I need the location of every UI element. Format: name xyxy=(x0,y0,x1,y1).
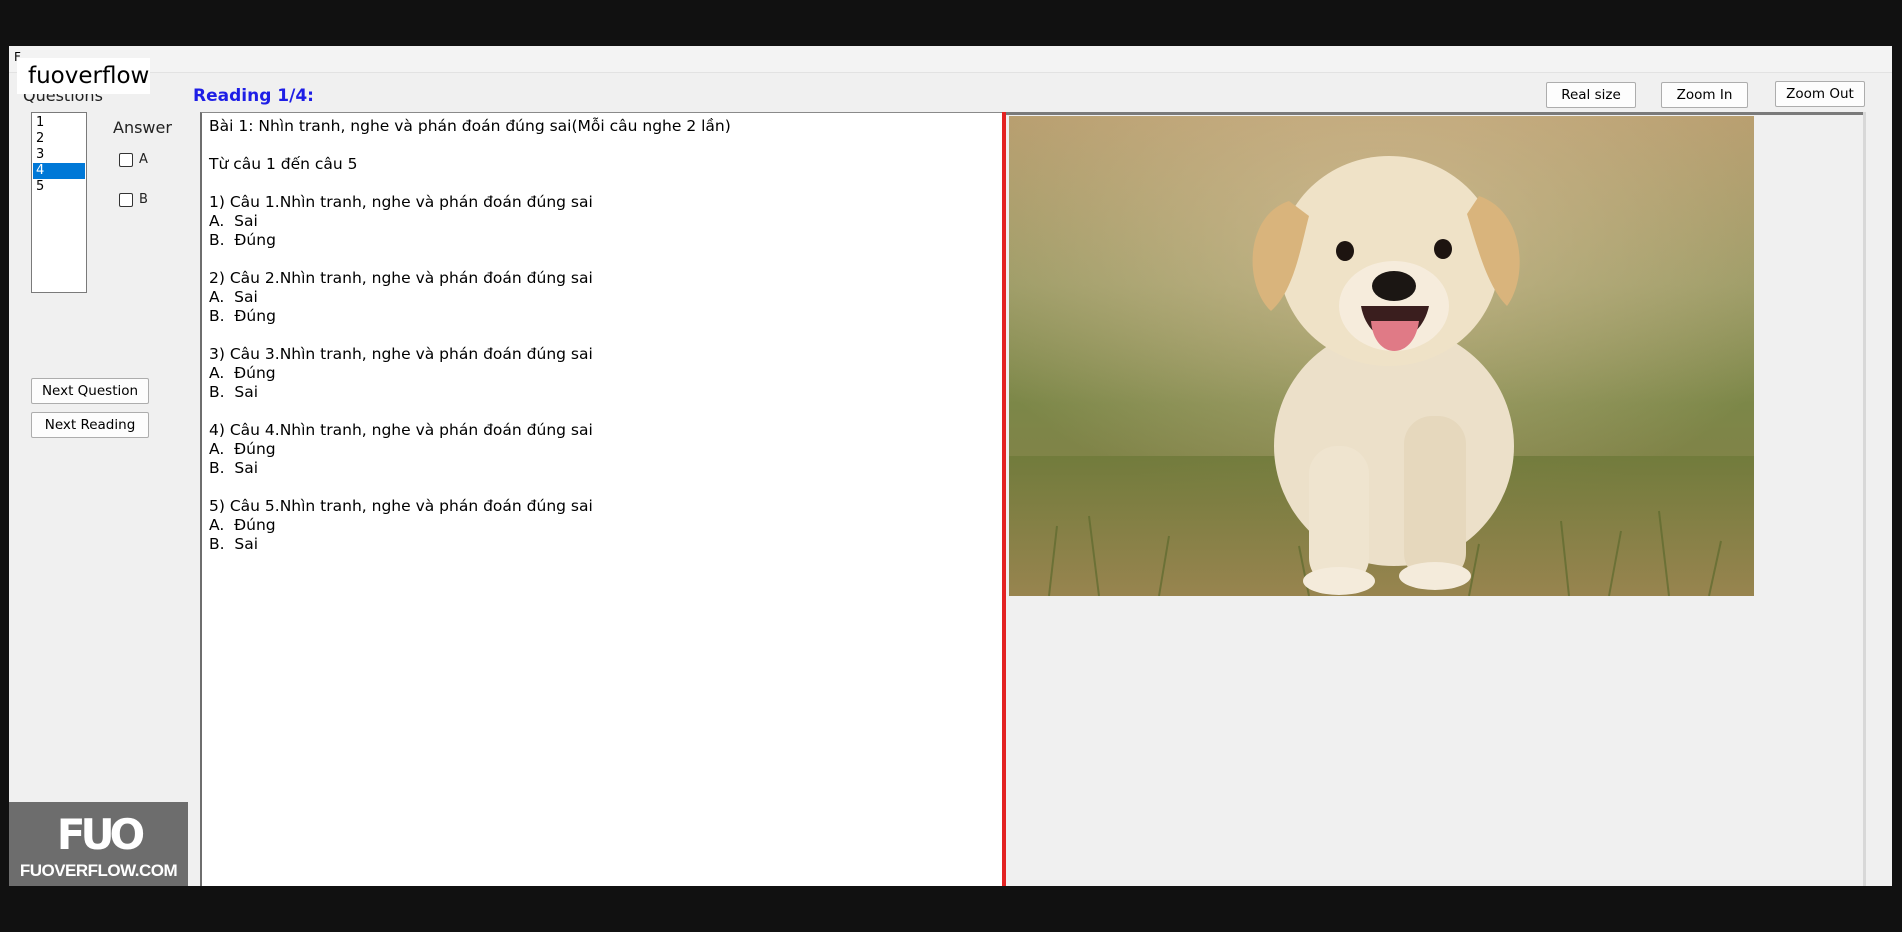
question-item[interactable]: 1 xyxy=(33,115,85,131)
watermark-badge: fuoverflow xyxy=(17,58,150,94)
reading-line: 2) Câu 2.Nhìn tranh, nghe và phán đoán đ… xyxy=(209,269,593,287)
questions-listbox[interactable]: 12345 xyxy=(31,112,87,293)
logo-site-text: FUOVERFLOW.COM xyxy=(19,861,178,880)
reading-line xyxy=(209,174,1005,193)
answer-option-a[interactable]: A xyxy=(119,152,148,167)
reading-text-panel[interactable]: Bài 1: Nhìn tranh, nghe và phán đoán đún… xyxy=(200,112,1005,886)
question-item[interactable]: 5 xyxy=(33,179,85,195)
reading-line: 1) Câu 1.Nhìn tranh, nghe và phán đoán đ… xyxy=(209,193,593,211)
reading-line: B. Đúng xyxy=(209,307,276,325)
reading-title: Reading 1/4: xyxy=(193,86,314,106)
answer-option-b[interactable]: B xyxy=(119,192,148,207)
reading-line: Từ câu 1 đến câu 5 xyxy=(209,155,358,173)
zoom-out-button[interactable]: Zoom Out xyxy=(1775,81,1865,107)
reading-line: A. Sai xyxy=(209,288,258,306)
next-question-button[interactable]: Next Question xyxy=(31,378,149,404)
next-reading-button[interactable]: Next Reading xyxy=(31,412,149,438)
logo-mark: FUO xyxy=(56,810,146,859)
question-item[interactable]: 2 xyxy=(33,131,85,147)
reading-line xyxy=(209,402,1005,421)
question-item[interactable]: 4 xyxy=(33,163,85,179)
reading-line: A. Đúng xyxy=(209,364,276,382)
reading-line: B. Sai xyxy=(209,535,259,553)
answer-option-a-label: A xyxy=(139,152,148,167)
reading-line: 5) Câu 5.Nhìn tranh, nghe và phán đoán đ… xyxy=(209,497,593,515)
real-size-button[interactable]: Real size xyxy=(1546,82,1636,108)
reading-line xyxy=(209,136,1005,155)
reading-line xyxy=(209,478,1005,497)
reading-line xyxy=(209,250,1005,269)
reading-line: B. Đúng xyxy=(209,231,276,249)
image-panel-scroll-edge xyxy=(1863,112,1866,886)
panel-splitter[interactable] xyxy=(1002,112,1006,886)
puppy-photo xyxy=(1009,116,1754,596)
reading-line: B. Sai xyxy=(209,383,259,401)
reading-line xyxy=(209,326,1005,345)
question-item[interactable]: 3 xyxy=(33,147,85,163)
exam-window: F Questions Reading 1/4: 12345 Answer A … xyxy=(9,46,1892,886)
zoom-in-button[interactable]: Zoom In xyxy=(1661,82,1748,108)
window-top-strip: F xyxy=(9,46,1892,73)
checkbox-b[interactable] xyxy=(119,192,133,207)
answer-label: Answer xyxy=(113,118,172,137)
reading-line: B. Sai xyxy=(209,459,259,477)
answer-option-b-label: B xyxy=(139,192,148,207)
reading-line: 4) Câu 4.Nhìn tranh, nghe và phán đoán đ… xyxy=(209,421,593,439)
fuoverflow-logo: FUO FUOVERFLOW.COM xyxy=(9,802,188,886)
reading-line: A. Đúng xyxy=(209,440,276,458)
reading-line: Bài 1: Nhìn tranh, nghe và phán đoán đún… xyxy=(209,117,731,135)
reading-line: A. Đúng xyxy=(209,516,276,534)
reading-line: 3) Câu 3.Nhìn tranh, nghe và phán đoán đ… xyxy=(209,345,593,363)
checkbox-a[interactable] xyxy=(119,152,133,167)
reading-line: A. Sai xyxy=(209,212,258,230)
